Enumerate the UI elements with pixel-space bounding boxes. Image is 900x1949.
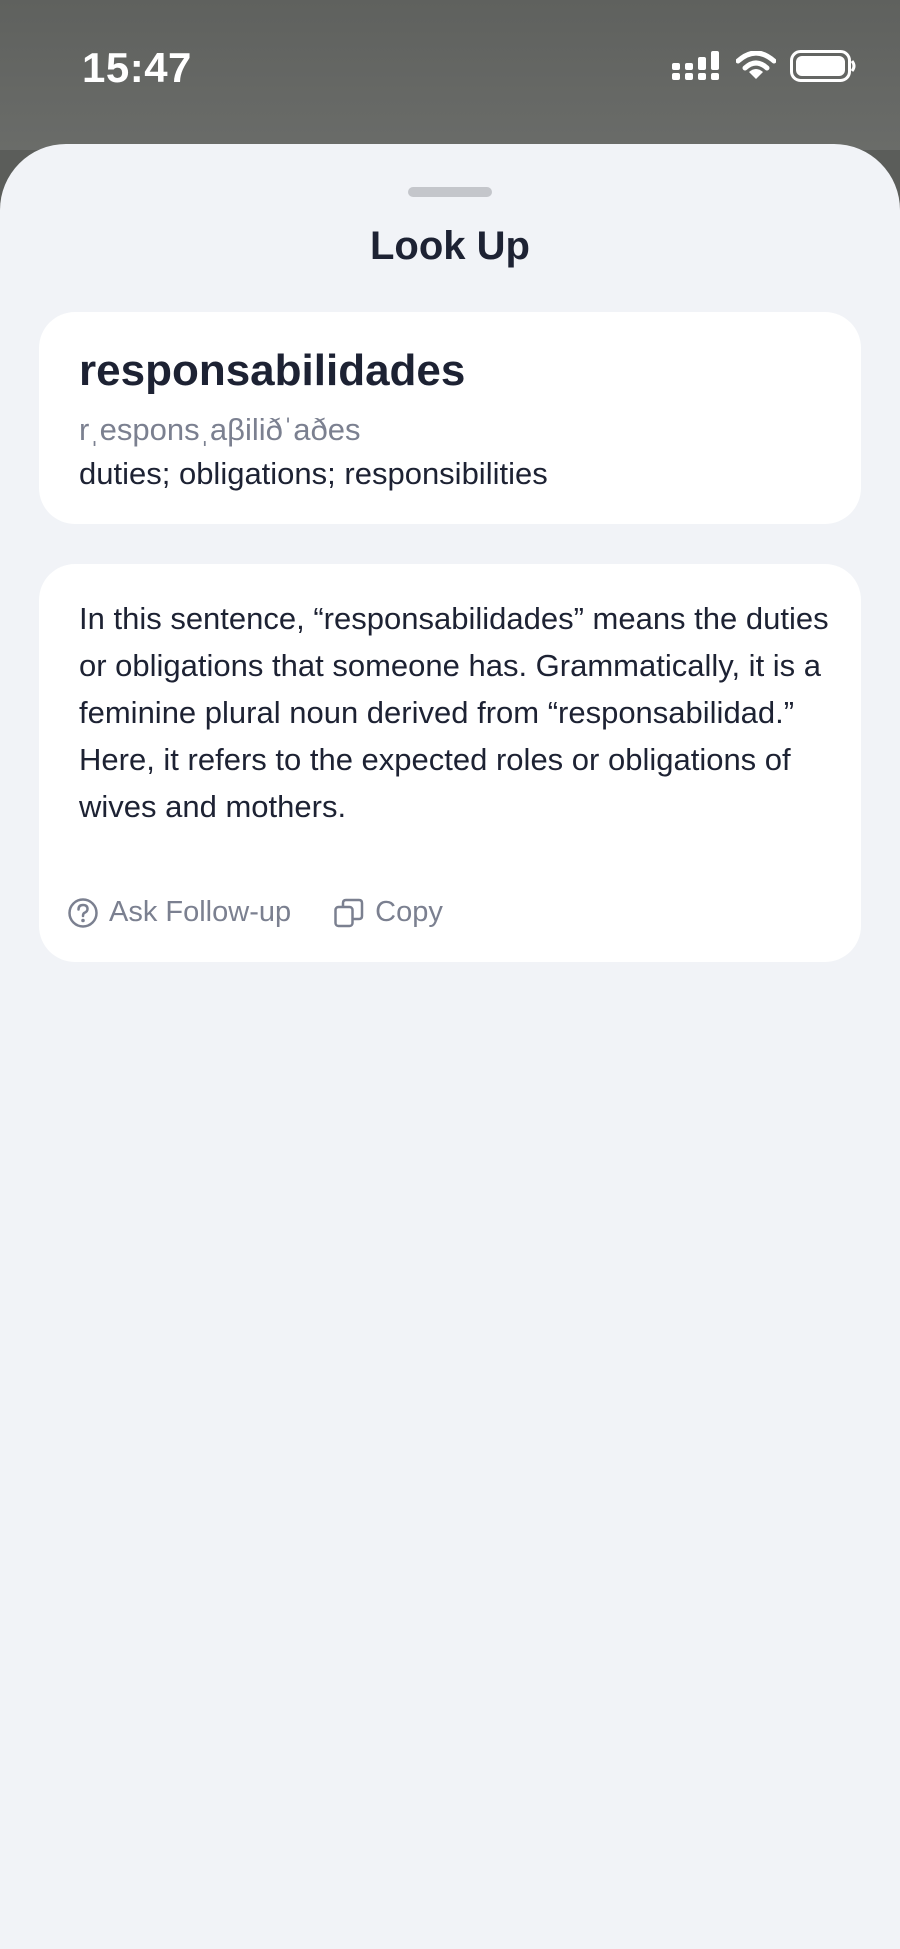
explanation-actions: Ask Follow-up Copy — [67, 896, 485, 929]
explanation-card: In this sentence, “responsabilidades” me… — [39, 564, 861, 962]
explanation-text: In this sentence, “responsabilidades” me… — [79, 601, 829, 824]
definition: duties; obligations; responsibilities — [79, 456, 548, 491]
word-card: responsabilidades rˌesponsˌaβiliðˈaðes d… — [39, 312, 861, 524]
copy-icon — [334, 898, 364, 927]
wifi-icon — [736, 51, 776, 79]
copy-button[interactable]: Copy — [333, 896, 443, 929]
question-circle-icon — [68, 897, 98, 928]
status-icons — [672, 50, 856, 82]
signal-icon — [672, 51, 719, 80]
copy-label: Copy — [375, 896, 443, 928]
headword: responsabilidades — [79, 346, 466, 395]
phonetic-transcription: rˌesponsˌaβiliðˈaðes — [79, 412, 361, 447]
look-up-sheet: Look Up responsabilidades rˌesponsˌaβili… — [0, 144, 900, 1949]
sheet-title: Look Up — [370, 224, 530, 268]
battery-icon — [790, 50, 856, 82]
status-time: 15:47 — [82, 44, 192, 91]
ask-follow-up-label: Ask Follow-up — [109, 896, 292, 928]
sheet-grabber[interactable] — [408, 187, 492, 197]
status-bar: 15:47 — [0, 0, 900, 150]
ask-follow-up-button[interactable]: Ask Follow-up — [67, 896, 291, 929]
